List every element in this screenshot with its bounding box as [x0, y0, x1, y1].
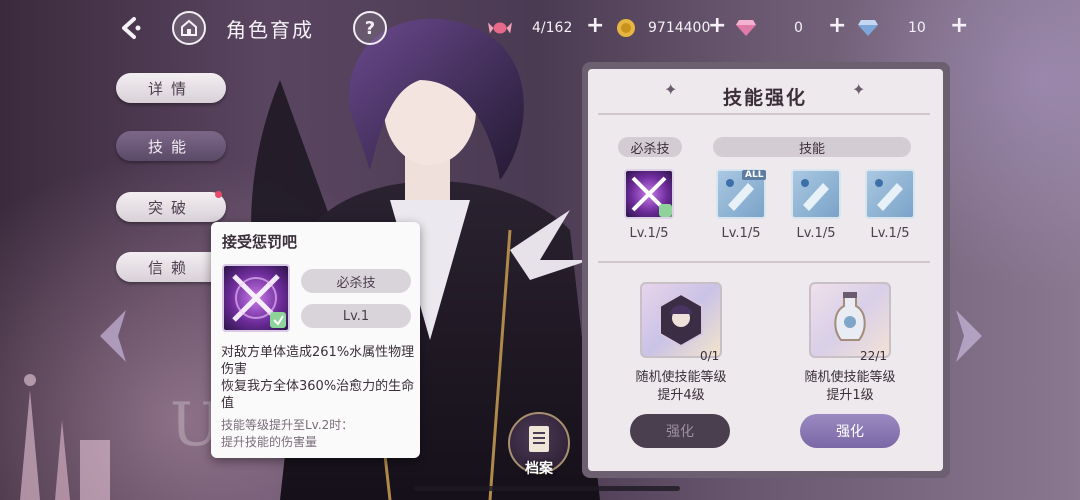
archive-label: 档案: [525, 461, 553, 477]
home-icon: [181, 19, 197, 36]
home-button[interactable]: [172, 11, 206, 45]
next-level-info: 技能等级提升至Lv.2时： 提升技能的伤害量: [221, 418, 354, 449]
blue-diamond-icon: [856, 16, 880, 40]
currency-blue-diamond: 10: [856, 16, 926, 40]
item-1-count: 0/1: [700, 349, 720, 363]
item-1-description: 随机使技能等级 提升4级: [635, 370, 727, 403]
sparkle-icon: ✦: [664, 80, 678, 99]
skill-description: 对敌方单体造成261%水属性物理伤害 恢复我方全体360%治愈力的生命值: [221, 345, 415, 411]
item-box-2[interactable]: [809, 282, 891, 358]
next-character-arrow-icon[interactable]: [956, 310, 982, 362]
pink-diamond-icon: [734, 16, 758, 40]
character-card-item-icon: [659, 292, 703, 348]
skill-detail-popup: 接受惩罚吧 必杀技 Lv.1 对敌方单体造成261%水属性物理伤害 恢复我方全体…: [211, 222, 420, 458]
currency-gold: 9714400: [614, 16, 710, 40]
skill-2-level: Lv.1/5: [796, 226, 836, 241]
strengthen-button-disabled[interactable]: 强化: [630, 414, 730, 448]
panel-divider: [598, 113, 930, 115]
skill-enhance-panel-body: [588, 69, 943, 471]
skill-slot-2[interactable]: [791, 169, 841, 219]
skill-slot-3[interactable]: [865, 169, 915, 219]
home-indicator: [414, 486, 680, 491]
candy-icon: [488, 16, 512, 40]
notification-dot: [215, 191, 222, 198]
all-target-badge: ALL: [742, 170, 767, 180]
nav-details-button[interactable]: 详情: [116, 73, 226, 103]
back-button[interactable]: [113, 11, 147, 45]
skill-1-level: Lv.1/5: [721, 226, 761, 241]
panel-title: 技能强化: [722, 87, 807, 109]
sparkle-icon: ✦: [852, 80, 866, 99]
strengthen-button[interactable]: 强化: [800, 414, 900, 448]
page-title: 角色育成: [226, 18, 314, 42]
ultimate-skill-slot[interactable]: [624, 169, 674, 219]
nav-trust-button[interactable]: 信赖: [116, 252, 226, 282]
gold-coin-icon: [614, 16, 638, 40]
item-2-count: 22/1: [860, 349, 887, 363]
nav-skills-button[interactable]: 技能: [116, 131, 226, 161]
previous-character-arrow-icon[interactable]: [100, 310, 126, 362]
ultimate-section-label: 必杀技: [618, 137, 682, 157]
add-blue-diamond-button[interactable]: +: [950, 13, 968, 38]
skill-name: 接受惩罚吧: [222, 233, 298, 251]
item-box-1[interactable]: [640, 282, 722, 358]
nav-breakthrough-button[interactable]: 突破: [116, 192, 226, 222]
potion-item-icon: [834, 292, 866, 341]
help-button[interactable]: ?: [353, 11, 387, 45]
currency-pink-diamond: 0: [734, 16, 803, 40]
panel-divider: [598, 261, 930, 263]
ultimate-skill-icon: [222, 264, 290, 332]
skill-level-tag: Lv.1: [301, 304, 411, 328]
item-2-description: 随机使技能等级 提升1级: [804, 370, 896, 403]
ultimate-skill-level: Lv.1/5: [629, 226, 669, 241]
add-candy-button[interactable]: +: [586, 13, 604, 38]
currency-candy: 4/162: [488, 16, 572, 40]
top-bar: 角色育成 ? 4/162 + 9714400 + 0 + 10 +: [0, 0, 1080, 56]
background-city-art: [20, 374, 110, 500]
skill-section-label: 技能: [713, 137, 911, 157]
add-pink-diamond-button[interactable]: +: [828, 13, 846, 38]
skill-type-tag: 必杀技: [301, 269, 411, 293]
back-arrow-icon: [122, 17, 141, 39]
skill-3-level: Lv.1/5: [870, 226, 910, 241]
add-gold-button[interactable]: +: [708, 13, 726, 38]
